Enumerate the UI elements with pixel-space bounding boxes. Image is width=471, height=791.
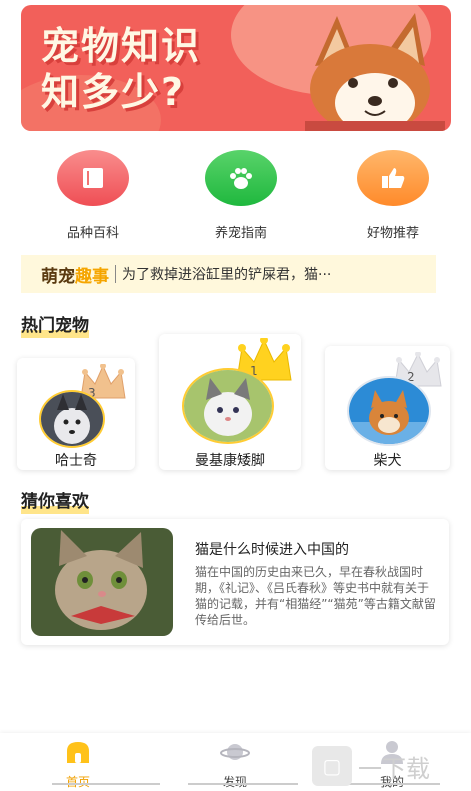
watermark: ▢ 一下载 — [312, 746, 430, 786]
article-image — [31, 528, 173, 636]
paw-icon — [230, 168, 252, 189]
banner-title: 宠物知识 知多少? — [41, 24, 202, 114]
pet-avatar — [347, 376, 431, 446]
fun-news-strip[interactable]: 萌宠趣事 为了救掉进浴缸里的铲屎君，猫··· — [21, 255, 436, 293]
category-breeds[interactable]: 品种百科 — [43, 150, 143, 241]
pet-name: 曼基康矮脚 — [195, 453, 265, 469]
guess-title: 猜你喜欢 — [21, 492, 89, 514]
category-label: 好物推荐 — [366, 226, 419, 241]
thumbs-up-icon — [382, 168, 405, 188]
watermark-logo-icon: ▢ — [312, 746, 352, 786]
category-circle — [357, 150, 429, 206]
banner[interactable]: 宠物知识 知多少? — [21, 5, 451, 131]
hot-pets-title: 热门宠物 — [21, 316, 89, 338]
article-summary: 猫在中国的历史由来已久，早在春秋战国时期，《礼记》、《吕氏春秋》等史书中就有关于… — [195, 565, 436, 627]
article-card[interactable]: 猫是什么时候进入中国的 猫在中国的历史由来已久，早在春秋战国时期，《礼记》、《吕… — [21, 519, 449, 645]
fun-news-tag: 萌宠趣事 — [41, 266, 109, 287]
dog-illustration — [305, 13, 445, 131]
category-circle — [57, 150, 129, 206]
category-label: 养宠指南 — [214, 226, 267, 241]
pet-card-shiba[interactable]: 2 柴犬 — [325, 346, 450, 470]
pet-name: 哈士奇 — [55, 453, 97, 469]
book-icon — [83, 168, 103, 188]
nav-underline — [52, 783, 160, 785]
pet-card-husky[interactable]: 3 哈士奇 — [17, 358, 135, 470]
category-circle — [205, 150, 277, 206]
category-guide[interactable]: 养宠指南 — [191, 150, 291, 241]
pet-avatar — [39, 390, 105, 448]
category-recommend[interactable]: 好物推荐 — [343, 150, 443, 241]
nav-underline — [188, 783, 298, 785]
article-title: 猫是什么时候进入中国的 — [195, 542, 349, 558]
pet-card-munchkin[interactable]: 1 曼基康矮脚 — [159, 334, 301, 470]
home-icon — [67, 742, 89, 763]
divider — [115, 265, 116, 283]
pet-name: 柴犬 — [373, 453, 402, 469]
watermark-text: 一下载 — [358, 754, 430, 783]
pet-avatar — [182, 368, 274, 444]
fun-news-text: 为了救掉进浴缸里的铲屎君，猫··· — [122, 267, 332, 283]
category-label: 品种百科 — [66, 226, 119, 241]
planet-icon — [220, 744, 250, 760]
